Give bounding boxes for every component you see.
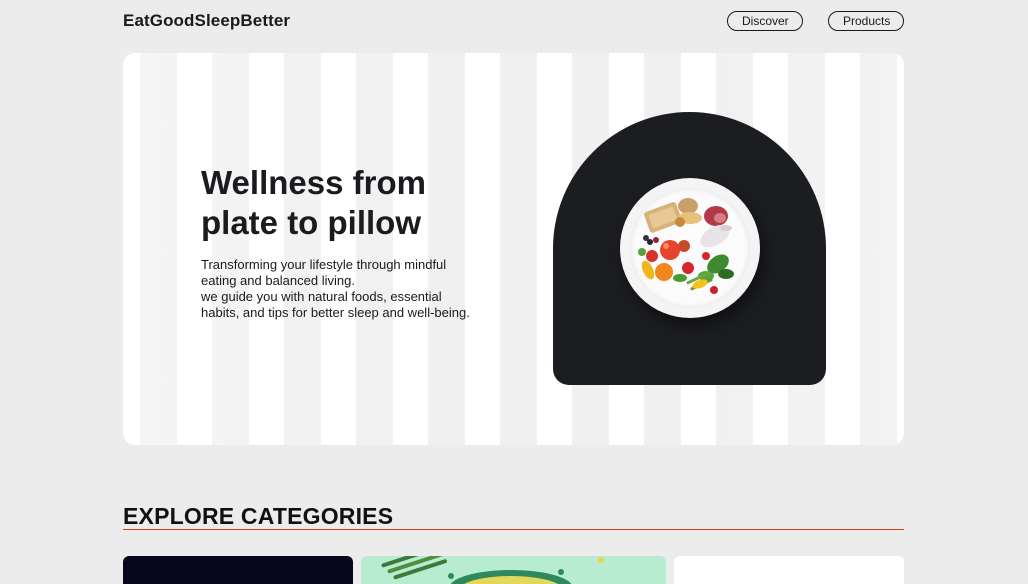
vegetables-image <box>361 556 666 584</box>
hero-description-line-2: we guide you with natural foods, essenti… <box>201 289 470 320</box>
hero-title: Wellness from plate to pillow <box>201 164 426 241</box>
category-card-dark[interactable] <box>123 556 353 584</box>
hero-description-line-1: Transforming your lifestyle through mind… <box>201 257 447 288</box>
food-illustration <box>638 198 734 294</box>
food-plate-image <box>620 178 760 318</box>
hero-description: Transforming your lifestyle through mind… <box>201 257 471 321</box>
category-card-vegetables[interactable] <box>361 556 666 584</box>
top-nav: Discover Products <box>727 11 904 31</box>
explore-categories-heading: EXPLORE CATEGORIES <box>123 503 394 529</box>
hero-image-arch <box>553 112 826 385</box>
discover-button[interactable]: Discover <box>727 11 803 31</box>
section-divider <box>123 529 904 530</box>
category-card-light[interactable] <box>674 556 904 584</box>
brand-logo[interactable]: EatGoodSleepBetter <box>123 11 290 31</box>
products-button[interactable]: Products <box>828 11 904 31</box>
hero-banner: Wellness from plate to pillow Transformi… <box>123 53 904 445</box>
